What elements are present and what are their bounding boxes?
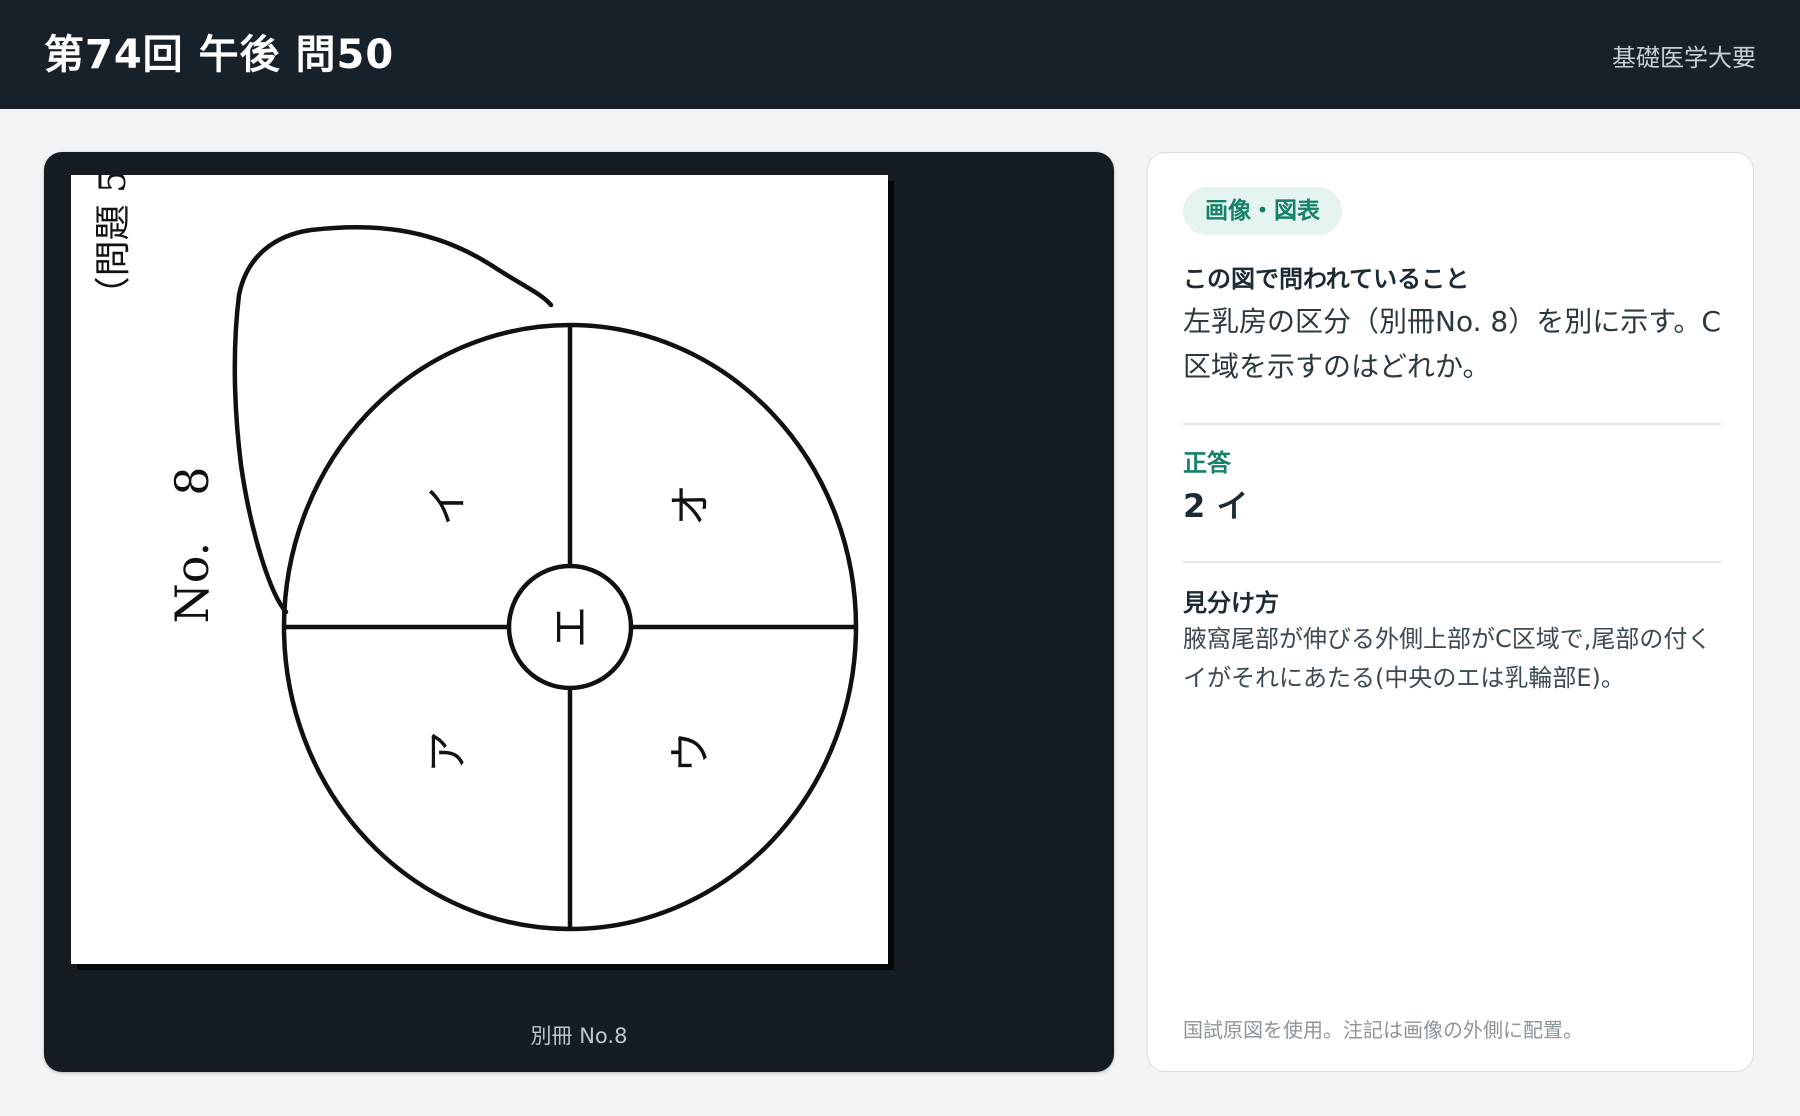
- top-bar: 第74回 午後 問50 基礎医学大要: [0, 0, 1800, 109]
- region-label-lower-right: ウ: [666, 731, 715, 773]
- page-title: 第74回 午後 問50: [44, 32, 395, 78]
- divider: [1183, 561, 1721, 563]
- question-text: 左乳房の区分（別冊No. 8）を別に示す。C 区域を示すのはどれか。: [1183, 305, 1721, 383]
- region-label-upper-left: イ: [423, 484, 472, 526]
- region-label-upper-right: オ: [666, 484, 715, 526]
- info-card: 画像・図表 この図で問われていること 左乳房の区分（別冊No. 8）を別に示す。…: [1147, 152, 1754, 1072]
- axillary-tail-outline: [232, 224, 554, 615]
- sheet-top-label: （問題 5: [93, 175, 134, 312]
- subject-label: 基礎医学大要: [1612, 44, 1756, 72]
- figure-image: イ オ ア ウ エ No. 8 （問題 5: [71, 175, 888, 964]
- breast-quadrant-diagram: イ オ ア ウ エ No. 8 （問題 5: [93, 175, 859, 932]
- answer-value: 2 イ: [1183, 487, 1249, 525]
- sheet-number-label: No. 8: [165, 466, 219, 623]
- region-label-center: エ: [546, 606, 595, 648]
- source-note: 国試原図を使用。注記は画像の外側に配置。: [1183, 1018, 1583, 1042]
- explanation-heading: 見分け方: [1183, 589, 1279, 617]
- figure-caption: 別冊 No.8: [530, 1024, 628, 1048]
- explanation-text: 腋窩尾部が伸びる外側上部がC区域で,尾部の付くイがそれにあたる(中央のエは乳輪部…: [1183, 625, 1712, 692]
- figure-panel: イ オ ア ウ エ No. 8 （問題 5 別冊 No.8: [44, 152, 1114, 1072]
- category-badge: 画像・図表: [1183, 187, 1342, 235]
- region-label-lower-left: ア: [423, 731, 472, 773]
- divider: [1183, 423, 1721, 425]
- question-heading: この図で問われていること: [1183, 265, 1470, 293]
- answer-label: 正答: [1183, 449, 1231, 477]
